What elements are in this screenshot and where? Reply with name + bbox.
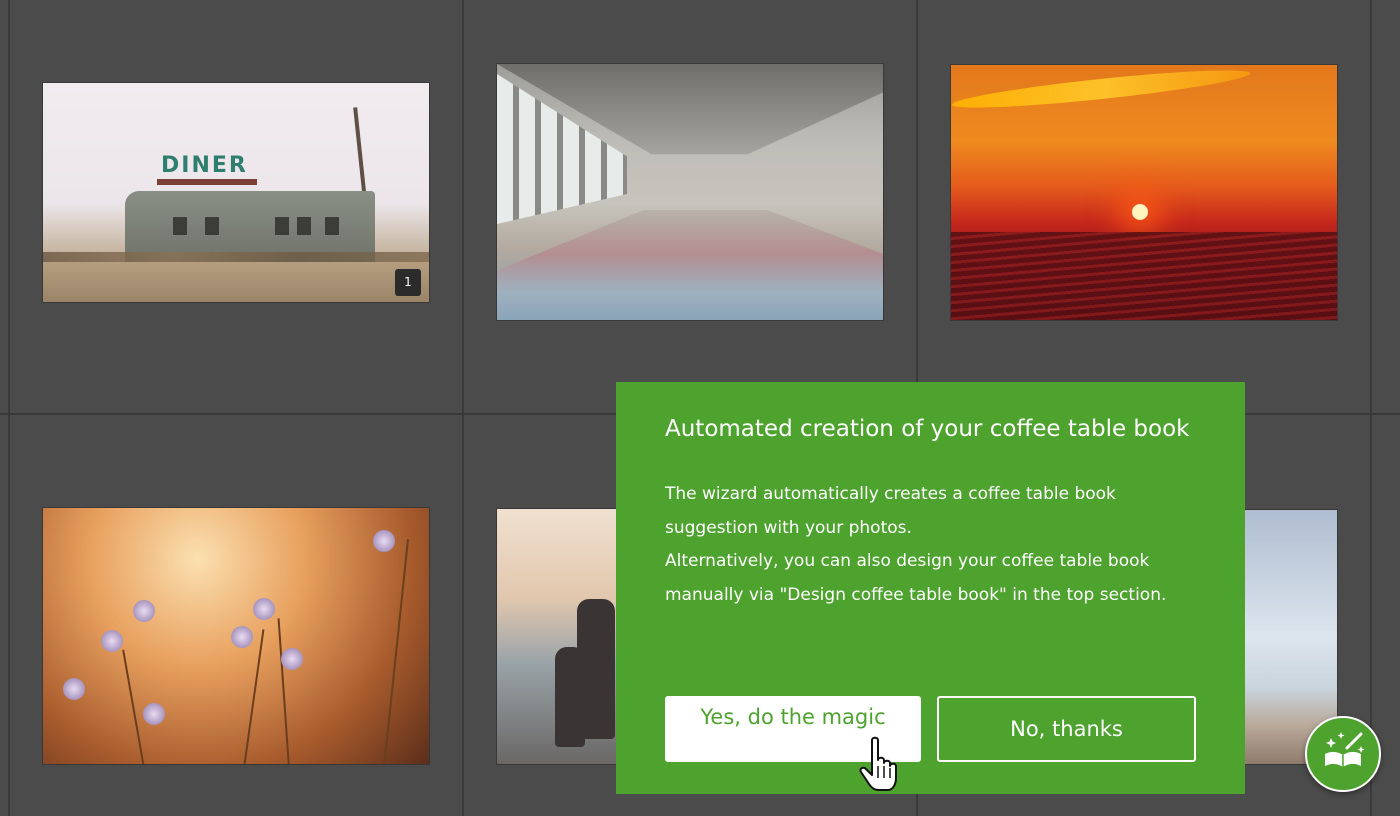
flower (133, 600, 155, 622)
flower (253, 598, 275, 620)
wizard-dialog: Automated creation of your coffee table … (616, 382, 1245, 794)
flower (373, 530, 395, 552)
dialog-paragraph: The wizard automatically creates a coffe… (665, 484, 1116, 538)
flower (63, 678, 85, 700)
dialog-title: Automated creation of your coffee table … (665, 416, 1190, 442)
flower (231, 626, 253, 648)
photo-abandoned-hall[interactable] (497, 64, 883, 320)
flower (281, 648, 303, 670)
grid-divider (8, 0, 10, 816)
grid-divider (462, 0, 464, 816)
dialog-body: The wizard automatically creates a coffe… (665, 478, 1195, 612)
hand-pointer-icon (859, 736, 897, 791)
flower (143, 703, 165, 725)
photo-diner[interactable]: DINER 1 (43, 83, 429, 302)
no-thanks-button[interactable]: No, thanks (937, 696, 1196, 762)
magic-book-icon (1325, 732, 1365, 767)
dialog-paragraph: Alternatively, you can also design your … (665, 551, 1167, 605)
photo-flowers[interactable] (43, 508, 429, 764)
photo-usage-badge: 1 (395, 269, 421, 296)
flower (101, 630, 123, 652)
wizard-fab-button[interactable] (1305, 716, 1381, 792)
grid-divider (1370, 0, 1372, 816)
diner-sign: DINER (161, 153, 248, 178)
photo-sunset[interactable] (951, 65, 1337, 320)
